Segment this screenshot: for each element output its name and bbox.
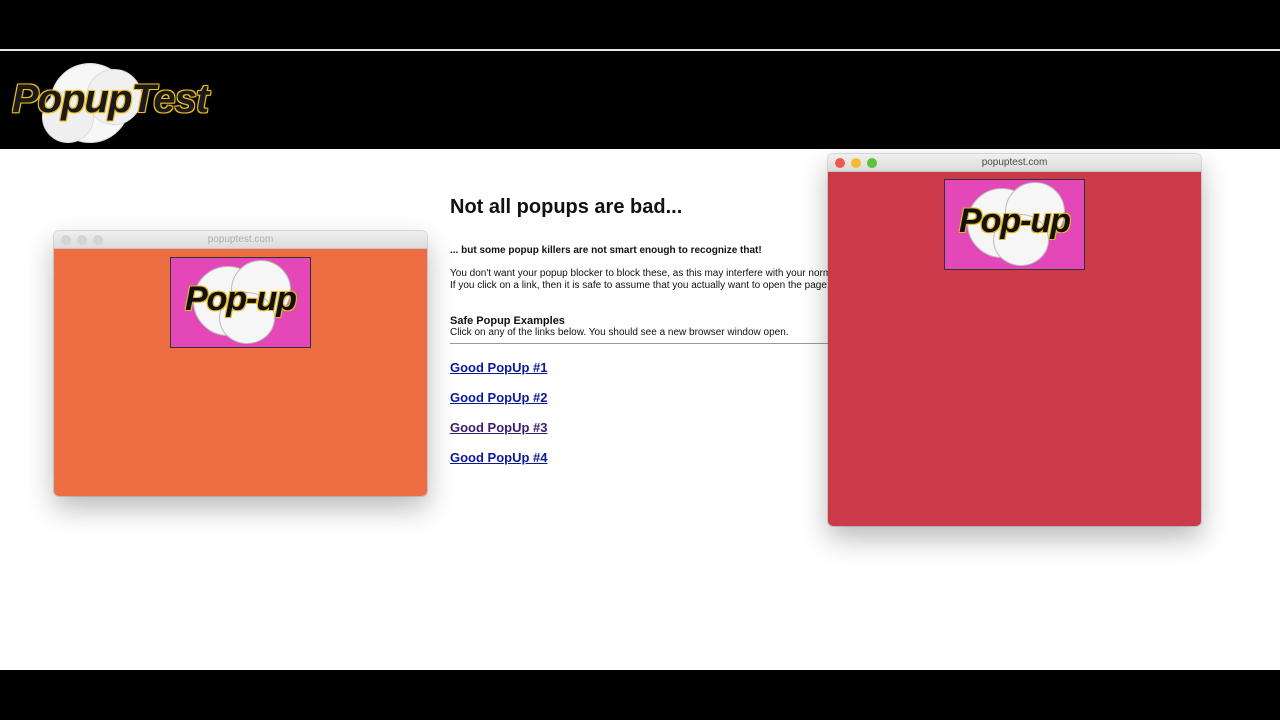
popup-titlebar[interactable]: popuptest.com — [54, 231, 427, 249]
section-divider — [450, 343, 830, 344]
good-popup-link-1[interactable]: Good PopUp #1 — [450, 360, 548, 375]
popup-window-title: popuptest.com — [981, 157, 1048, 168]
letterbox-bottom — [0, 670, 1280, 720]
good-popup-link-2[interactable]: Good PopUp #2 — [450, 390, 548, 405]
popup-image-text: Pop-up — [184, 280, 297, 318]
popup-body: Pop-up — [828, 172, 1201, 526]
logo-text: PopupTest — [12, 77, 209, 121]
good-popup-link-3[interactable]: Good PopUp #3 — [450, 420, 548, 435]
popup-image: Pop-up — [170, 257, 311, 348]
popup-window-inactive[interactable]: popuptest.com Pop-up — [54, 231, 427, 496]
popup-window-active[interactable]: popuptest.com Pop-up — [828, 154, 1201, 526]
site-header: PopupTest — [0, 51, 1280, 149]
letterbox-top — [0, 0, 1280, 50]
section-title: Safe Popup Examples — [450, 315, 565, 327]
good-popup-link-4[interactable]: Good PopUp #4 — [450, 450, 548, 465]
popup-titlebar[interactable]: popuptest.com — [828, 154, 1201, 172]
subheading: ... but some popup killers are not smart… — [450, 245, 762, 256]
popup-window-title: popuptest.com — [207, 234, 274, 245]
popup-image-text: Pop-up — [958, 202, 1071, 240]
intro-paragraph: You don't want your popup blocker to blo… — [450, 268, 831, 292]
section-description: Click on any of the links below. You sho… — [450, 327, 789, 338]
intro-line-1: You don't want your popup blocker to blo… — [450, 268, 832, 279]
popup-body: Pop-up — [54, 249, 427, 496]
site-logo[interactable]: PopupTest — [8, 55, 209, 145]
page-title: Not all popups are bad... — [450, 196, 683, 218]
popup-image: Pop-up — [944, 179, 1085, 270]
intro-line-2: If you click on a link, then it is safe … — [450, 280, 830, 291]
